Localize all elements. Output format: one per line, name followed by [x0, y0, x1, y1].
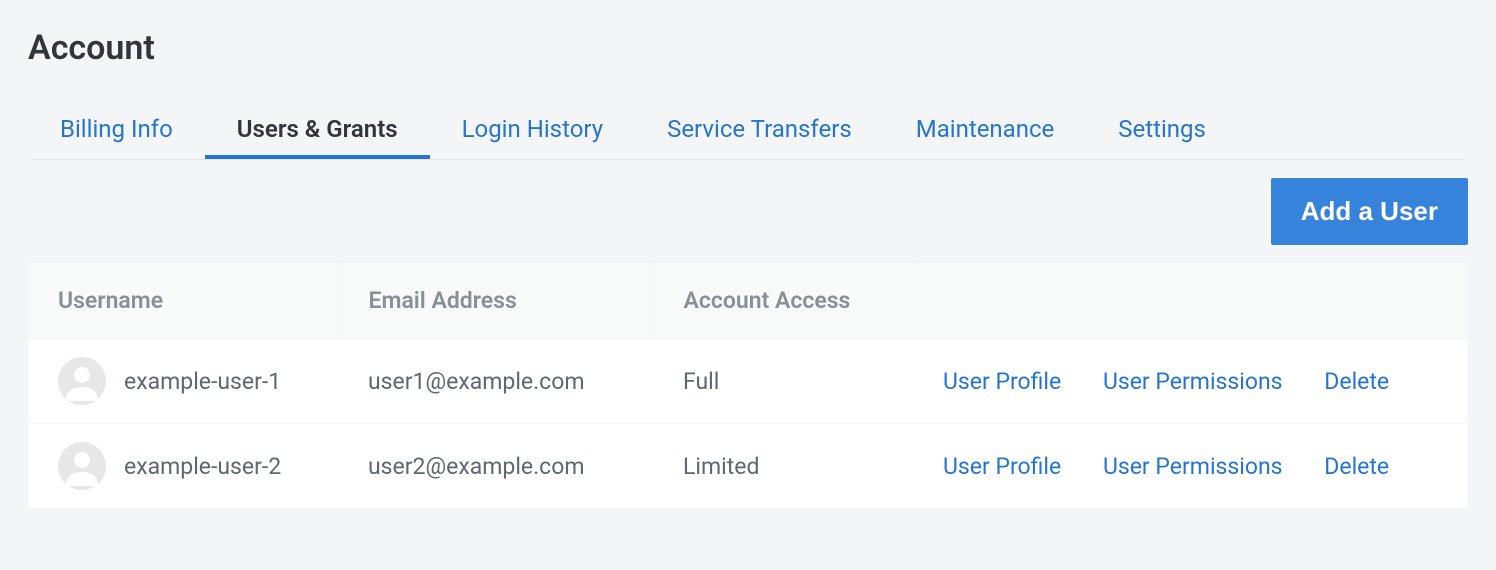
column-header-username: Username	[28, 263, 338, 339]
tabs-nav: Billing Info Users & Grants Login Histor…	[28, 103, 1468, 160]
user-permissions-link[interactable]: User Permissions	[1103, 453, 1283, 480]
delete-link[interactable]: Delete	[1324, 453, 1389, 480]
avatar-icon	[58, 442, 106, 490]
column-header-email: Email Address	[338, 263, 653, 339]
user-permissions-link[interactable]: User Permissions	[1103, 368, 1283, 395]
tab-maintenance[interactable]: Maintenance	[884, 103, 1087, 159]
tab-service-transfers[interactable]: Service Transfers	[635, 103, 884, 159]
email-text: user1@example.com	[338, 339, 653, 424]
user-profile-link[interactable]: User Profile	[943, 368, 1061, 395]
add-user-button[interactable]: Add a User	[1271, 178, 1468, 245]
user-cell: example-user-2	[58, 442, 308, 490]
users-table: Username Email Address Account Access ex…	[28, 263, 1468, 509]
user-profile-link[interactable]: User Profile	[943, 453, 1061, 480]
access-text: Full	[653, 339, 913, 424]
avatar-icon	[58, 357, 106, 405]
username-text: example-user-1	[124, 368, 281, 395]
delete-link[interactable]: Delete	[1324, 368, 1389, 395]
table-row: example-user-2 user2@example.com Limited…	[28, 424, 1468, 509]
column-header-actions	[913, 263, 1468, 339]
email-text: user2@example.com	[338, 424, 653, 509]
tab-login-history[interactable]: Login History	[430, 103, 635, 159]
toolbar: Add a User	[28, 178, 1468, 245]
tab-users-grants[interactable]: Users & Grants	[205, 103, 430, 159]
tab-billing-info[interactable]: Billing Info	[28, 103, 205, 159]
access-text: Limited	[653, 424, 913, 509]
user-cell: example-user-1	[58, 357, 308, 405]
tab-settings[interactable]: Settings	[1086, 103, 1238, 159]
username-text: example-user-2	[124, 453, 281, 480]
column-header-access: Account Access	[653, 263, 913, 339]
page-title: Account	[28, 28, 1468, 68]
table-row: example-user-1 user1@example.com Full Us…	[28, 339, 1468, 424]
